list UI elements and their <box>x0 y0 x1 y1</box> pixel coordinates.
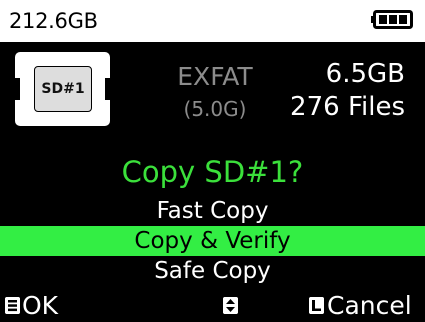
menu-key-icon[interactable] <box>5 297 20 314</box>
file-count: 276 Files <box>290 92 405 122</box>
storage-capacity: 212.6GB <box>9 9 98 33</box>
filesystem-type: EXFAT <box>177 62 253 91</box>
used-size: 6.5GB <box>325 59 405 89</box>
battery-full-icon <box>371 10 413 29</box>
sd-card-label: SD#1 <box>34 66 92 112</box>
copy-options-menu: Fast Copy Copy & Verify Safe Copy <box>0 196 425 286</box>
sd-card-notch-right <box>105 78 110 100</box>
copy-prompt-title: Copy SD#1? <box>121 155 304 189</box>
sd-card-notch-left <box>15 78 20 100</box>
cancel-softkey[interactable]: Cancel <box>327 290 412 322</box>
softkey-bar: OK Cancel <box>0 290 425 322</box>
filesystem-size: (5.0G) <box>183 97 247 121</box>
left-key-icon[interactable] <box>309 297 324 314</box>
device-screen: 212.6GB SD#1 EXFAT (5.0G) 6.5GB 276 File… <box>0 0 425 322</box>
menu-item-safe-copy[interactable]: Safe Copy <box>0 256 425 286</box>
sd-card-icon: SD#1 <box>15 52 110 126</box>
ok-softkey[interactable]: OK <box>22 290 58 322</box>
up-down-arrows-icon[interactable] <box>223 297 238 314</box>
menu-item-fast-copy[interactable]: Fast Copy <box>0 196 425 226</box>
menu-item-copy-verify[interactable]: Copy & Verify <box>0 226 425 256</box>
status-bar: 212.6GB <box>0 0 425 42</box>
